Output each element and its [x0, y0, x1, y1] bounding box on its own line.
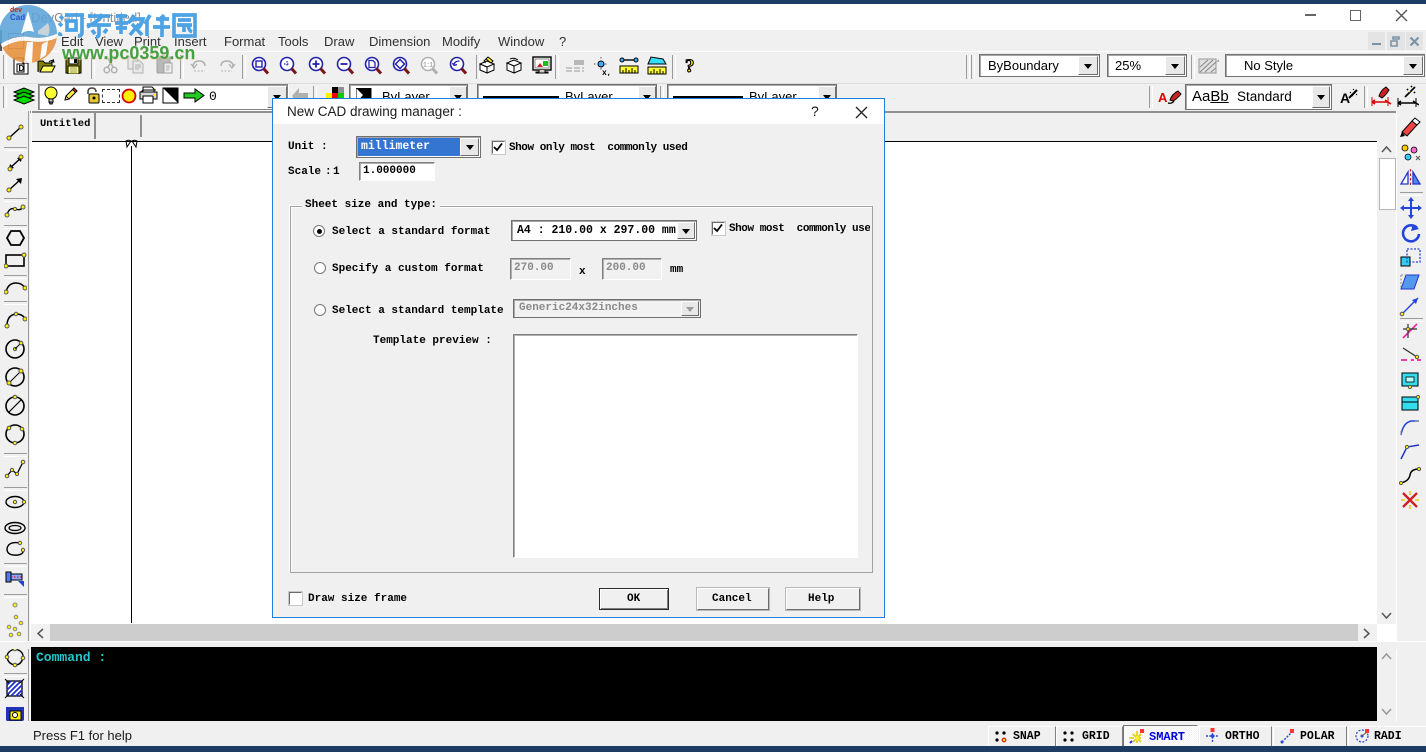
svg-text:?: ? — [685, 56, 695, 77]
svg-text:A: A — [1158, 90, 1168, 105]
svg-text:D: D — [19, 64, 25, 73]
svg-text:1:1: 1:1 — [423, 62, 433, 69]
svg-text:x,y: x,y — [602, 69, 612, 76]
svg-text:A: A — [1340, 90, 1350, 106]
